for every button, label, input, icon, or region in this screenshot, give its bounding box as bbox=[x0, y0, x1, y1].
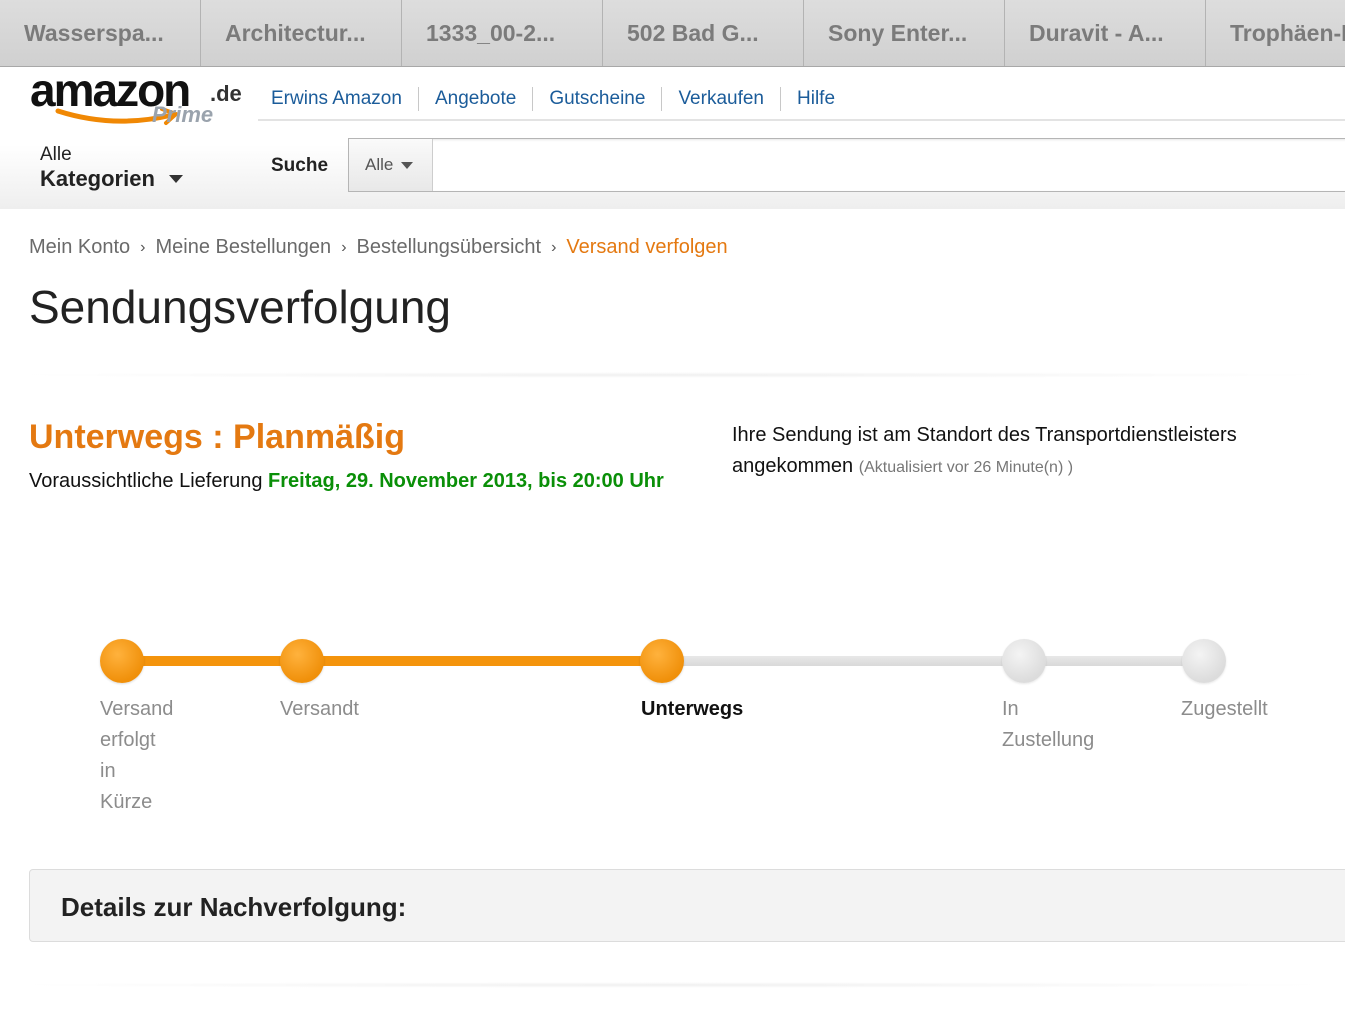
categories-big-row: Kategorien bbox=[40, 165, 183, 193]
step-label-versandt: Versandt bbox=[280, 694, 359, 725]
step-label-line: Versandt bbox=[280, 698, 359, 720]
chevron-right-icon: › bbox=[551, 238, 557, 256]
site-header: amazon .de Prime Erwins Amazon Angebote … bbox=[0, 64, 1345, 209]
logo-tld: .de bbox=[210, 81, 242, 106]
nav-link-verkaufen[interactable]: Verkaufen bbox=[662, 87, 782, 111]
step-label-line: erfolgt bbox=[100, 729, 156, 751]
browser-tab[interactable]: Wasserspa... bbox=[0, 0, 201, 66]
caret-down-icon bbox=[168, 175, 183, 183]
section-divider bbox=[0, 372, 1345, 378]
categories-big-label: Kategorien bbox=[40, 166, 155, 191]
search-input[interactable] bbox=[433, 139, 1345, 191]
step-dot-zugestellt bbox=[1182, 639, 1226, 683]
browser-tab[interactable]: Architectur... bbox=[201, 0, 402, 66]
step-label-line: In bbox=[1002, 698, 1019, 720]
all-categories-menu[interactable]: Alle Kategorien bbox=[40, 145, 183, 193]
breadcrumb-current: Versand verfolgen bbox=[566, 236, 728, 258]
search-category-dropdown[interactable]: Alle bbox=[349, 139, 433, 191]
expected-delivery: Voraussichtliche Lieferung Freitag, 29. … bbox=[29, 470, 664, 493]
nav-divider bbox=[258, 119, 1345, 121]
shipment-status-title: Unterwegs : Planmäßig bbox=[29, 418, 405, 456]
search-label: Suche bbox=[271, 155, 329, 176]
browser-tab-bar: Wasserspa... Architectur... 1333_00-2...… bbox=[0, 0, 1345, 67]
shipment-progress-tracker: Versand erfolgt in Kürze Versandt Unterw… bbox=[0, 630, 1345, 830]
delivery-prefix: Voraussichtliche Lieferung bbox=[29, 470, 263, 492]
step-label-line: Versand bbox=[100, 698, 174, 720]
browser-tab[interactable]: Trophäen-I bbox=[1206, 0, 1345, 66]
breadcrumb-bestellungsuebersicht[interactable]: Bestellungsübersicht bbox=[357, 236, 542, 259]
step-dot-in-zustellung bbox=[1002, 639, 1046, 683]
top-nav: Erwins Amazon Angebote Gutscheine Verkau… bbox=[255, 87, 851, 111]
status-message: Ihre Sendung ist am Standort des Transpo… bbox=[732, 420, 1312, 483]
caret-down-icon bbox=[401, 161, 414, 169]
step-label-line: in bbox=[100, 760, 116, 782]
step-dot-versand-erfolgt bbox=[100, 639, 144, 683]
page-title: Sendungsverfolgung bbox=[29, 281, 451, 333]
progress-segment bbox=[122, 656, 302, 666]
step-label-unterwegs: Unterwegs bbox=[641, 694, 743, 725]
chevron-right-icon: › bbox=[140, 238, 146, 256]
tracking-details-panel: Details zur Nachverfolgung: bbox=[29, 869, 1345, 942]
categories-small-label: Alle bbox=[40, 144, 72, 165]
step-label-line: Zustellung bbox=[1002, 729, 1095, 751]
step-label-line: Unterwegs bbox=[641, 698, 744, 720]
nav-link-erwins-amazon[interactable]: Erwins Amazon bbox=[255, 87, 419, 111]
search-bar: Alle bbox=[348, 138, 1345, 192]
step-label-zugestellt: Zugestellt bbox=[1181, 694, 1268, 725]
logo-prime: Prime bbox=[152, 102, 214, 127]
step-label-line: Kürze bbox=[100, 791, 153, 813]
amazon-prime-logo[interactable]: amazon .de Prime bbox=[30, 64, 245, 131]
nav-link-hilfe[interactable]: Hilfe bbox=[781, 87, 851, 111]
browser-tab[interactable]: Duravit - A... bbox=[1005, 0, 1206, 66]
step-dot-unterwegs bbox=[640, 639, 684, 683]
nav-link-angebote[interactable]: Angebote bbox=[419, 87, 534, 111]
browser-tab[interactable]: 502 Bad G... bbox=[603, 0, 804, 66]
progress-segment bbox=[662, 656, 1024, 666]
breadcrumb: Mein Konto › Meine Bestellungen › Bestel… bbox=[29, 236, 728, 259]
step-label-versand-erfolgt: Versand erfolgt in Kürze bbox=[100, 694, 173, 818]
status-updated: (Aktualisiert vor 26 Minute(n) ) bbox=[858, 459, 1074, 476]
step-label-line: Zugestellt bbox=[1181, 698, 1268, 720]
nav-link-gutscheine[interactable]: Gutscheine bbox=[533, 87, 663, 111]
tracking-details-heading: Details zur Nachverfolgung: bbox=[61, 892, 407, 922]
progress-segment bbox=[302, 656, 662, 666]
breadcrumb-meine-bestellungen[interactable]: Meine Bestellungen bbox=[156, 236, 332, 259]
step-label-in-zustellung: In Zustellung bbox=[1002, 694, 1094, 756]
section-divider bbox=[0, 982, 1345, 988]
delivery-date: Freitag, 29. November 2013, bis 20:00 Uh… bbox=[268, 470, 664, 492]
browser-tab[interactable]: 1333_00-2... bbox=[402, 0, 603, 66]
search-dropdown-value: Alle bbox=[365, 155, 394, 174]
progress-segment bbox=[1024, 656, 1204, 666]
breadcrumb-mein-konto[interactable]: Mein Konto bbox=[29, 236, 130, 259]
step-dot-versandt bbox=[280, 639, 324, 683]
chevron-right-icon: › bbox=[341, 238, 347, 256]
browser-tab[interactable]: Sony Enter... bbox=[804, 0, 1005, 66]
